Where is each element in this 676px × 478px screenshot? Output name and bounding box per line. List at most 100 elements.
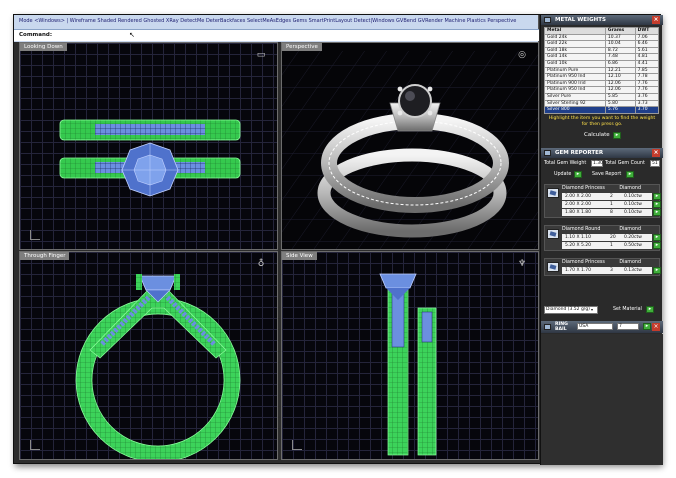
table-cell: Silver 800 [544,106,606,114]
menu-items[interactable]: Mode <Windows> | Wireframe Shaded Render… [19,18,534,26]
ring-size-select[interactable]: 7 [617,323,639,330]
gem-row[interactable]: 5.20 X 5.20 1 0.50ctw [562,242,652,249]
gem-select-button[interactable]: ▸ [653,234,661,241]
material-row: Diamond (3.52 g/g) ▾ Set Material ▸ [544,306,660,314]
table-row[interactable]: Platinum 900 Irid 12.06 7.76 [544,79,660,88]
table-row[interactable]: Silver 800 5.76 3.70 [544,106,660,114]
save-report-button[interactable]: ▸ [626,171,634,178]
table-cell: Gold 22k [544,40,606,48]
column-header: Metal [544,27,606,35]
close-icon[interactable]: × [652,149,660,157]
table-row[interactable]: Silver Sterling 92 5.80 3.73 [544,99,660,108]
gem-material: Diamond [619,260,641,265]
calculate-button[interactable]: ▸ [613,132,621,139]
table-row[interactable]: Silver Pure 5.85 3.76 [544,92,660,101]
gem-row[interactable]: 2.00 X 2.00 1 0.10ctw [562,201,652,208]
country-select[interactable]: USA [577,323,613,330]
gem-select-button[interactable]: ▸ [653,242,661,249]
ring-bail-bar: RING BAIL USA 7 ▸ × [541,321,663,333]
table-row[interactable]: Gold 10k 6.86 4.41 [544,59,660,68]
table-cell: Platinum 950 Ind [544,86,606,94]
close-icon[interactable]: × [652,16,660,24]
table-cell: 6.46 [634,40,660,48]
table-row[interactable]: Gold 14k 7.48 4.81 [544,53,660,61]
table-cell: 3.73 [634,99,660,108]
menu-bar: Mode <Windows> | Wireframe Shaded Render… [14,15,539,42]
gem-row[interactable]: 2.00 X 2.00 2 0.10ctw [562,193,652,200]
gem-cell: 20 [610,235,616,240]
gem-thumbnail-icon[interactable] [547,229,559,239]
table-cell: 8.72 [604,46,636,55]
total-gem-count-value: 51 [650,160,660,167]
table-row[interactable]: Gold 18k 8.72 5.61 [544,46,660,55]
table-cell: Silver Pure [544,92,606,101]
gem-row[interactable]: 1.70 X 1.70 3 0.13ctw [562,267,652,274]
table-cell: Gold 14k [544,53,606,61]
gem-row[interactable]: 1.10 X 1.10 20 0.20ctw [562,234,652,241]
table-row[interactable]: Platinum 950 Ind 12.06 7.76 [544,86,660,94]
gem-cell: 0.20ctw [624,235,642,240]
gem-reporter-title: GEM REPORTER [555,150,604,156]
material-select[interactable]: Diamond (3.52 g/g) [544,306,598,314]
table-cell: Silver Sterling 92 [544,99,606,108]
gem-select-button[interactable]: ▸ [653,209,661,216]
gem-card: Diamond Princess Diamond 1.70 X 1.70 3 0.13c… [544,258,661,276]
table-cell: 12.10 [604,73,636,81]
set-material-label: Set Material [613,307,642,312]
ring-bail-label: RING BAIL [555,322,568,332]
gem-select-button[interactable]: ▸ [653,267,661,274]
table-cell: 12.21 [604,66,636,75]
table-row[interactable]: Gold 24k 10.37 7.06 [544,33,660,42]
table-cell: 7.48 [604,53,636,61]
gem-cell: 0.13ctw [624,268,642,273]
gem-reporter-header: GEM REPORTER × [541,148,663,158]
ring-bail-go-button[interactable]: ▸ [643,323,651,330]
table-cell: 12.06 [604,86,636,94]
gem-cell: 0.10ctw [624,210,642,215]
table-cell: 7.06 [634,33,660,42]
metal-weights-title: METAL WEIGHTS [555,17,606,23]
table-row[interactable]: Platinum Pure 12.21 7.85 [544,66,660,75]
chevron-down-icon: ▾ [591,307,594,312]
gem-thumbnail-icon[interactable] [547,262,559,272]
table-cell: Gold 18k [544,46,606,55]
table-cell: 6.86 [604,59,636,68]
gem-totals: Total Gem Weight 1.30 Total Gem Count 51 [544,160,660,168]
table-cell: Platinum Pure [544,66,606,75]
table-cell: Platinum 950 Ind [544,73,606,81]
gem-cell: 1.80 X 1.80 [565,210,591,215]
axis-indicator [30,230,40,240]
gem-cell: 1 [610,202,613,207]
viewport-through-finger[interactable]: Through Finger ♁ [19,251,278,460]
table-cell: 7.76 [634,86,660,94]
total-gem-weight-label: Total Gem Weight [544,161,587,166]
gem-select-button[interactable]: ▸ [653,201,661,208]
table-row[interactable]: Gold 22k 10.04 6.46 [544,40,660,48]
gem-select-button[interactable]: ▸ [653,193,661,200]
bail-label: BAIL [555,327,567,332]
calculate-row: Calculate ▸ [541,131,663,141]
ring-side-view-render [379,273,437,456]
gem-name: Diamond Round [562,227,601,232]
set-material-button[interactable]: ▸ [646,306,654,313]
table-cell: 10.37 [604,33,636,42]
ring-front-view-render [75,274,241,459]
viewport-perspective[interactable]: Perspective ◎ [281,42,539,250]
gem-name: Diamond Princess [562,260,605,265]
gem-row[interactable]: 1.80 X 1.80 8 0.10ctw [562,209,652,216]
gem-cell: 2 [610,194,613,199]
viewport-side-view[interactable]: Side View ♆ [281,251,539,460]
gem-thumbnail-icon[interactable] [547,188,559,198]
close-icon[interactable]: × [652,323,660,331]
gem-cell: 0.10ctw [624,194,642,199]
gem-card: Diamond Round Diamond 1.10 X 1.10 20 0.20ctw… [544,225,661,251]
viewport-looking-down[interactable]: Looking Down ▭ [19,42,278,250]
gem-cell: 3 [610,268,613,273]
command-line[interactable]: Command: ↖ [14,29,539,41]
save-report-label: Save Report [592,172,622,177]
gem-icon [544,150,551,156]
table-row[interactable]: Platinum 950 Ind 12.10 7.78 [544,73,660,81]
axis-indicator [30,440,40,450]
update-button[interactable]: ▸ [574,171,582,178]
column-header: Grams [604,27,636,35]
